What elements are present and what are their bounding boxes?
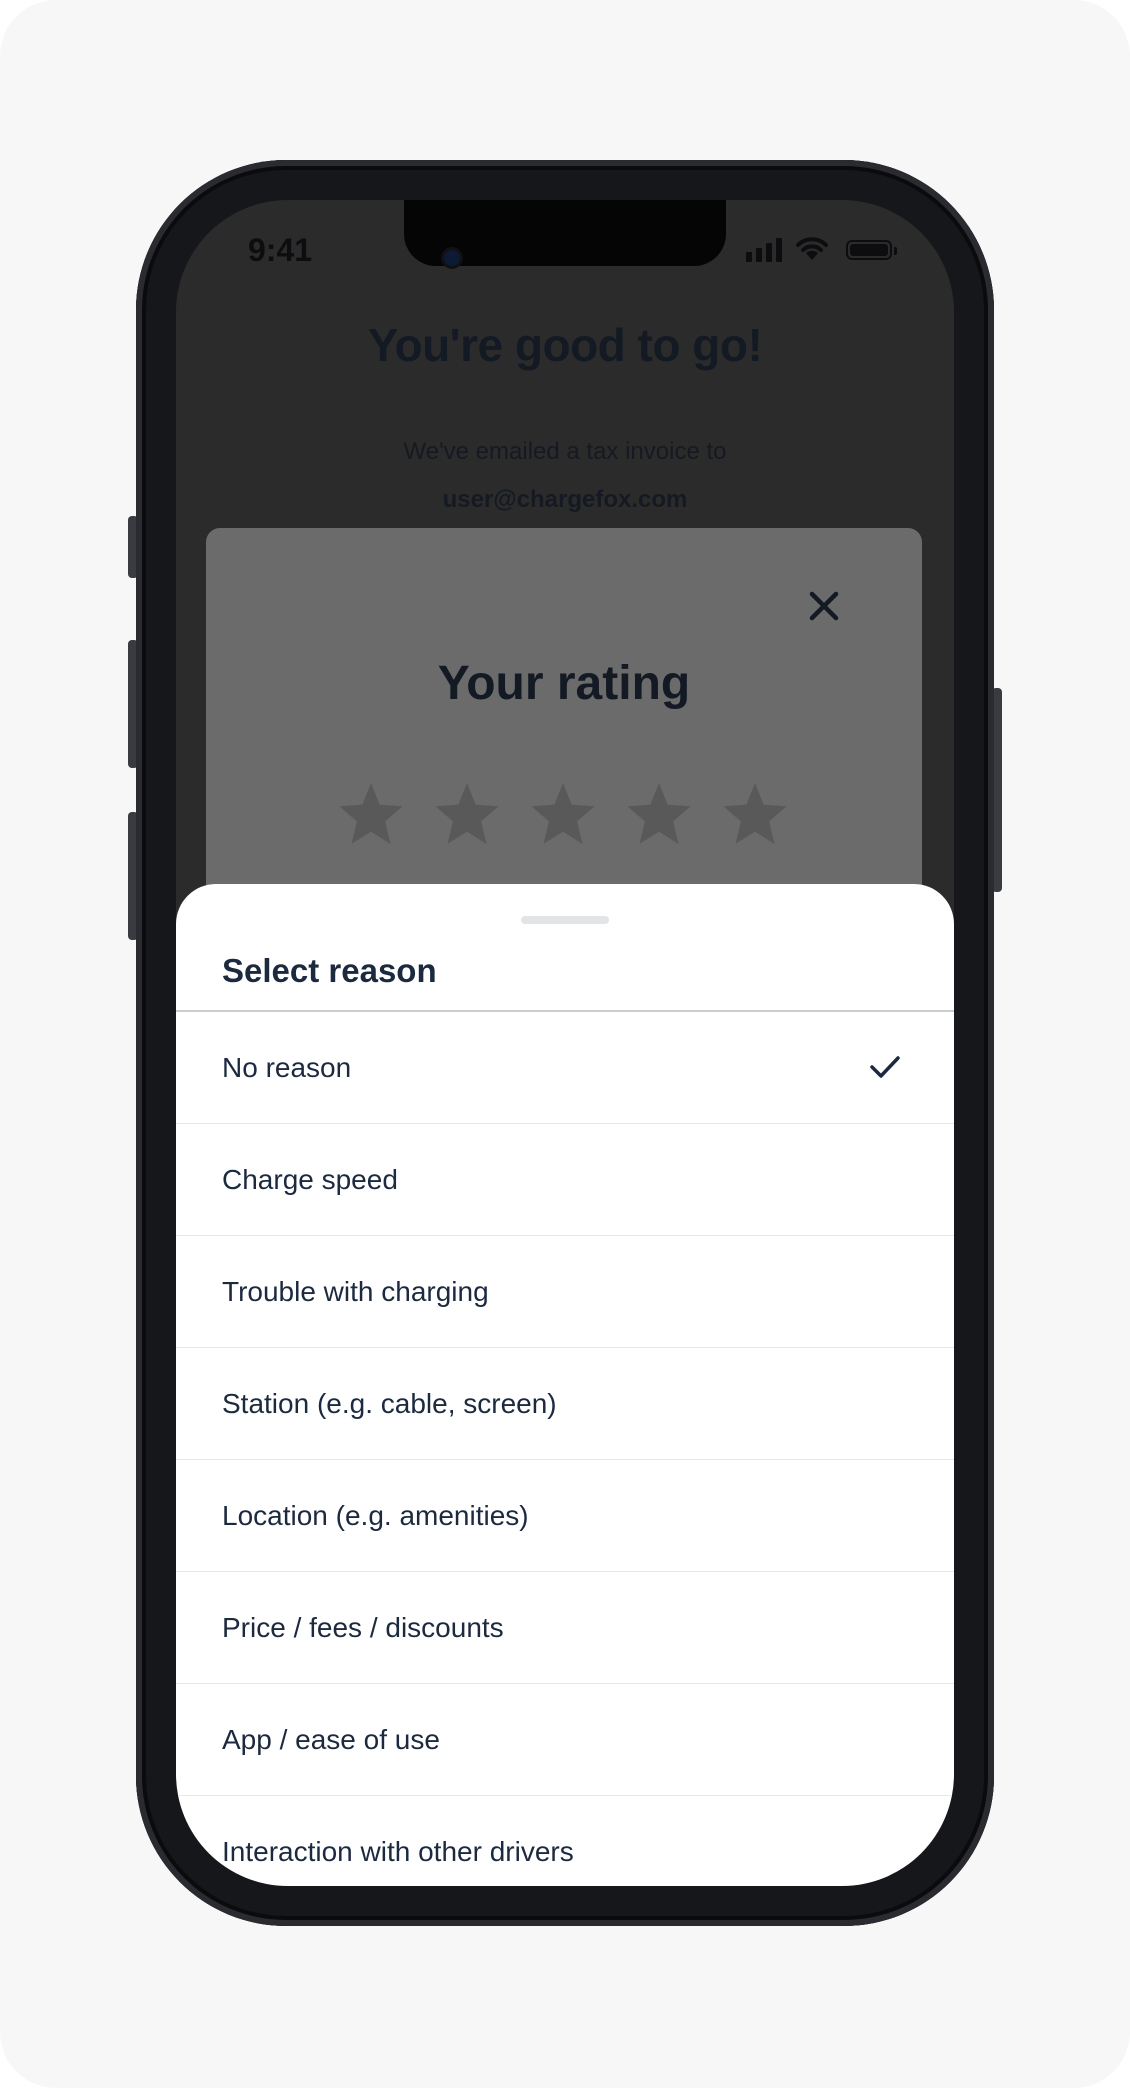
- front-camera: [444, 250, 460, 266]
- star-icon-1[interactable]: [336, 780, 406, 846]
- phone-frame: 9:41 You're good to go! We've emailed a …: [136, 160, 994, 1926]
- status-bar: 9:41: [176, 200, 954, 290]
- success-heading: You're good to go!: [367, 319, 763, 371]
- invoice-text: We've emailed a tax invoice to: [403, 438, 727, 465]
- reason-label: No reason: [222, 1052, 352, 1083]
- star-icon-4[interactable]: [624, 780, 694, 846]
- star-icon-5[interactable]: [720, 780, 790, 846]
- status-time: 9:41: [248, 232, 313, 268]
- sheet-title: Select reason: [222, 952, 437, 989]
- battery-icon: [846, 240, 892, 260]
- reason-bottom-sheet: Select reason No reason Charge speed Tro…: [176, 884, 954, 1886]
- rating-title: Your rating: [437, 657, 691, 710]
- reason-label: Location (e.g. amenities): [222, 1500, 529, 1531]
- phone-screen: 9:41 You're good to go! We've emailed a …: [176, 200, 954, 1886]
- reason-option-trouble-with-charging[interactable]: Trouble with charging: [176, 1236, 954, 1348]
- reason-option-no-reason[interactable]: No reason: [176, 1012, 954, 1124]
- reason-option-location[interactable]: Location (e.g. amenities): [176, 1460, 954, 1572]
- reason-option-other-drivers[interactable]: Interaction with other drivers: [176, 1796, 954, 1886]
- reason-label: Price / fees / discounts: [222, 1612, 504, 1643]
- checkmark-icon: [870, 1056, 900, 1078]
- star-icon-2[interactable]: [432, 780, 502, 846]
- reason-option-price[interactable]: Price / fees / discounts: [176, 1572, 954, 1684]
- reason-option-app[interactable]: App / ease of use: [176, 1684, 954, 1796]
- page-canvas: 9:41 You're good to go! We've emailed a …: [0, 0, 1130, 2088]
- wifi-icon: [796, 237, 828, 260]
- reason-option-station[interactable]: Station (e.g. cable, screen): [176, 1348, 954, 1460]
- reason-label: App / ease of use: [222, 1724, 440, 1755]
- reason-option-charge-speed[interactable]: Charge speed: [176, 1124, 954, 1236]
- invoice-email: user@chargefox.com: [442, 486, 688, 513]
- battery-tip: [894, 247, 897, 255]
- reason-label: Station (e.g. cable, screen): [222, 1388, 557, 1419]
- reason-label: Charge speed: [222, 1164, 398, 1195]
- reason-label: Interaction with other drivers: [222, 1836, 574, 1867]
- reason-label: Trouble with charging: [222, 1276, 489, 1307]
- star-icon-3[interactable]: [528, 780, 598, 846]
- sheet-grab-handle[interactable]: [521, 916, 609, 924]
- close-icon[interactable]: [804, 586, 844, 626]
- reason-list: No reason Charge speed Trouble with char…: [176, 1012, 954, 1886]
